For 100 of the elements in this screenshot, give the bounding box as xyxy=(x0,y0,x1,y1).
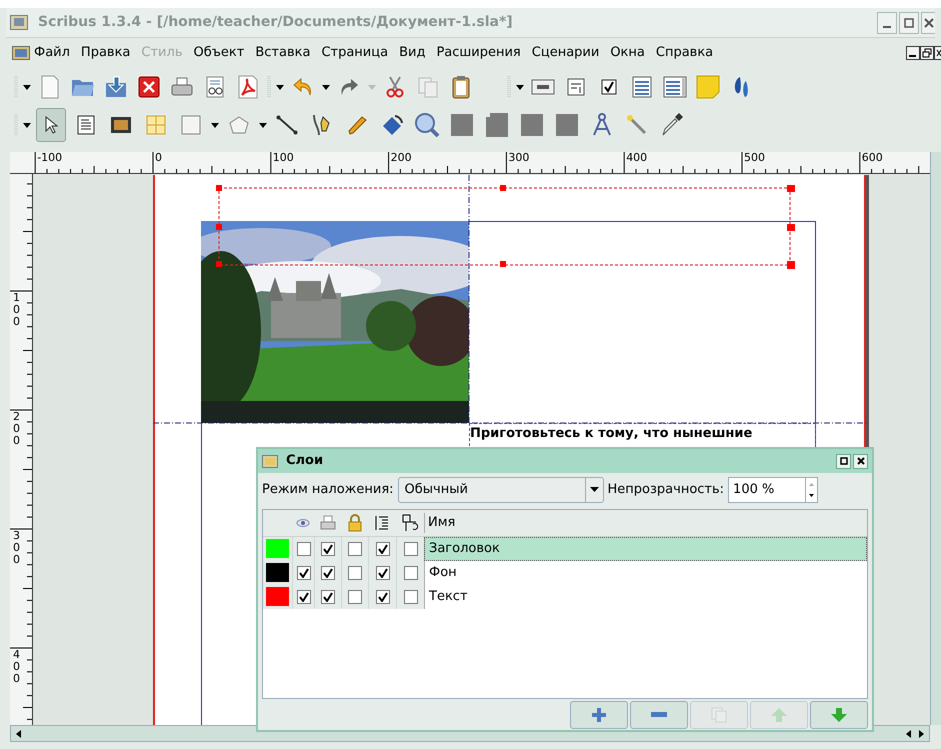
float-button[interactable] xyxy=(836,454,851,468)
layer-name-cell[interactable]: Фон xyxy=(424,560,867,584)
maximize-button[interactable] xyxy=(899,12,919,34)
column-header: Имя xyxy=(424,513,456,533)
checkbox[interactable] xyxy=(321,566,335,580)
minus-icon xyxy=(651,712,667,718)
eye-icon xyxy=(296,519,310,527)
caret-icon[interactable] xyxy=(23,122,31,128)
text-field-icon[interactable] xyxy=(567,78,585,96)
pdf-icon[interactable] xyxy=(237,75,259,99)
close-document-icon[interactable] xyxy=(138,76,160,98)
scissors-icon[interactable] xyxy=(385,76,405,98)
lock-icon xyxy=(346,514,362,532)
scroll-left-icon[interactable] xyxy=(904,728,912,738)
toolbar-handle-icon[interactable] xyxy=(507,74,511,100)
dialog-icon xyxy=(262,454,278,468)
layer-name-cell[interactable]: Заголовок xyxy=(424,536,867,560)
combo-box-icon[interactable] xyxy=(632,76,652,98)
outline-icon xyxy=(402,514,418,532)
close-icon xyxy=(924,18,934,28)
maximize-icon xyxy=(904,18,914,28)
menu-item[interactable]: Расширения xyxy=(436,43,521,63)
minimize-button[interactable] xyxy=(877,12,897,34)
close-button[interactable] xyxy=(921,12,935,34)
image-frame-icon xyxy=(110,116,132,134)
rectangle-icon xyxy=(181,115,201,135)
checkbox[interactable] xyxy=(348,566,362,580)
ruler-label: 600 xyxy=(862,152,883,164)
caret-icon[interactable] xyxy=(211,122,219,128)
document-icon xyxy=(12,46,30,60)
ruler-label: 300 xyxy=(508,152,530,164)
app-icon xyxy=(10,15,28,30)
caret-icon[interactable] xyxy=(23,84,31,90)
table-icon xyxy=(146,115,166,135)
opacity-label: Непрозрачность: xyxy=(608,480,724,499)
checkbox[interactable] xyxy=(404,590,418,604)
vertical-scrollbar[interactable] xyxy=(930,152,941,725)
save-icon[interactable] xyxy=(104,75,128,99)
menu-item[interactable]: Справка xyxy=(656,43,714,63)
checkbox-icon[interactable] xyxy=(601,79,617,95)
checkbox[interactable] xyxy=(376,566,390,580)
scroll-left-icon[interactable] xyxy=(14,728,22,738)
push-button-icon[interactable] xyxy=(531,79,555,95)
square-icon xyxy=(556,114,578,136)
printer-icon xyxy=(320,515,336,531)
mdi-minimize-icon[interactable] xyxy=(906,46,920,60)
checkbox[interactable] xyxy=(296,590,310,604)
mdi-close-icon[interactable] xyxy=(934,46,941,60)
checkbox[interactable] xyxy=(404,566,418,580)
square-icon xyxy=(451,114,473,136)
menu-item[interactable]: Страница xyxy=(321,43,388,63)
arrow-down-icon xyxy=(830,707,848,723)
restore-icon xyxy=(840,457,848,465)
caret-icon[interactable] xyxy=(259,122,267,128)
layer-action-button[interactable] xyxy=(630,701,688,729)
blend-mode-dropdown[interactable]: Обычный xyxy=(398,476,604,502)
menu-item[interactable]: Окна xyxy=(610,43,645,63)
ruler-label: 100 xyxy=(272,152,294,164)
opacity-spinbox[interactable]: 100 % xyxy=(728,476,818,502)
plus-icon xyxy=(591,707,607,723)
menu-item[interactable]: Сценарии xyxy=(532,43,600,63)
toolbar-handle-icon[interactable] xyxy=(14,112,18,138)
menu-item[interactable]: Файл xyxy=(34,43,70,63)
window-title: Scribus 1.3.4 - [/home/teacher/Documents/Документ-1.sla*] xyxy=(38,13,513,32)
menu-item[interactable]: Объект xyxy=(193,43,244,63)
dialog-title: Слои xyxy=(286,452,324,470)
arrow-up-icon xyxy=(770,707,788,723)
printer-icon[interactable] xyxy=(171,77,193,97)
preflight-icon[interactable] xyxy=(204,76,226,98)
caret-icon[interactable] xyxy=(322,84,330,90)
layer-name-cell[interactable]: Текст xyxy=(424,584,867,608)
checkbox[interactable] xyxy=(348,590,362,604)
blend-mode-label: Режим наложения: xyxy=(262,480,394,499)
checkbox[interactable] xyxy=(321,590,335,604)
checkbox[interactable] xyxy=(376,590,390,604)
list-box-icon[interactable] xyxy=(663,76,687,98)
checkbox[interactable] xyxy=(296,542,310,556)
menu-item[interactable]: Правка xyxy=(80,43,130,63)
menu-item[interactable]: Вставка xyxy=(255,43,310,63)
checkbox[interactable] xyxy=(404,542,418,556)
menu-item[interactable]: Вид xyxy=(399,43,426,63)
clipboard-icon[interactable] xyxy=(451,75,471,99)
layer-action-button[interactable] xyxy=(570,701,628,729)
tool-button[interactable] xyxy=(36,108,66,142)
checkbox[interactable] xyxy=(348,542,362,556)
checkbox[interactable] xyxy=(296,566,310,580)
caret-icon xyxy=(590,487,599,492)
caret-icon[interactable] xyxy=(276,84,284,90)
caret-icon[interactable] xyxy=(516,84,524,90)
checkbox[interactable] xyxy=(321,542,335,556)
ruler-label: 400 xyxy=(626,152,648,164)
toolbar-handle-icon[interactable] xyxy=(14,74,18,100)
pencil-icon xyxy=(346,114,368,136)
toolbar-handle-icon[interactable] xyxy=(267,74,271,100)
scroll-right-icon[interactable] xyxy=(918,728,926,738)
undo-icon[interactable] xyxy=(292,76,314,98)
new-document-icon[interactable] xyxy=(40,75,60,99)
close-button[interactable] xyxy=(853,454,868,468)
square-icon xyxy=(521,114,543,136)
checkbox[interactable] xyxy=(376,542,390,556)
